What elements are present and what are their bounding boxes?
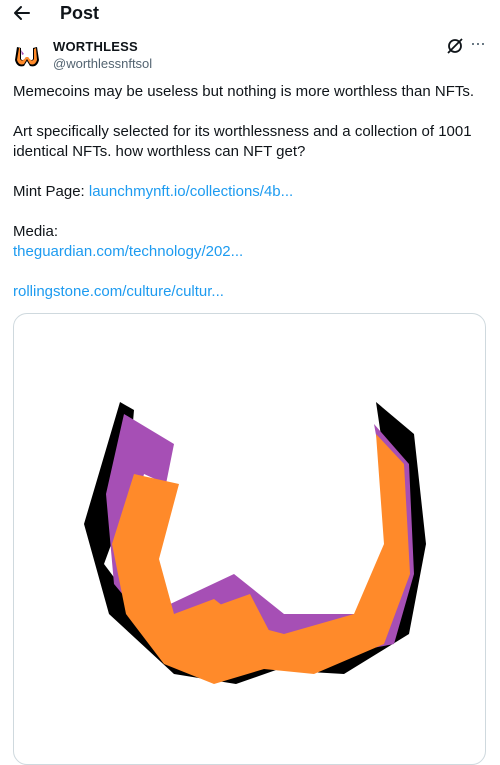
media-card[interactable] <box>13 313 486 765</box>
rollingstone-link[interactable]: rollingstone.com/culture/cultur... <box>13 282 493 302</box>
page-title: Post <box>60 3 100 23</box>
tweet-line-2: Art specifically selected for its worthl… <box>13 123 472 160</box>
avatar[interactable] <box>12 40 42 70</box>
tweet-body: Memecoins may be useless but nothing is … <box>13 82 493 302</box>
mint-link[interactable]: launchmynft.io/collections/4b... <box>89 183 293 200</box>
media-label: Media: <box>13 223 59 240</box>
guardian-link[interactable]: theguardian.com/technology/202... <box>13 242 493 262</box>
mint-line: Mint Page: launchmynft.io/collections/4b… <box>13 182 493 202</box>
back-arrow-icon[interactable] <box>12 3 32 23</box>
top-bar: Post <box>0 0 500 30</box>
grok-icon[interactable] <box>446 37 464 55</box>
tweet-line-1: Memecoins may be useless but nothing is … <box>13 83 475 100</box>
mint-label: Mint Page: <box>13 183 89 200</box>
worthless-logo-art <box>84 402 426 684</box>
author-handle[interactable]: @worthlessnftsol <box>53 56 152 71</box>
more-icon[interactable]: ··· <box>470 33 486 54</box>
author-name[interactable]: WORTHLESS <box>53 39 138 54</box>
